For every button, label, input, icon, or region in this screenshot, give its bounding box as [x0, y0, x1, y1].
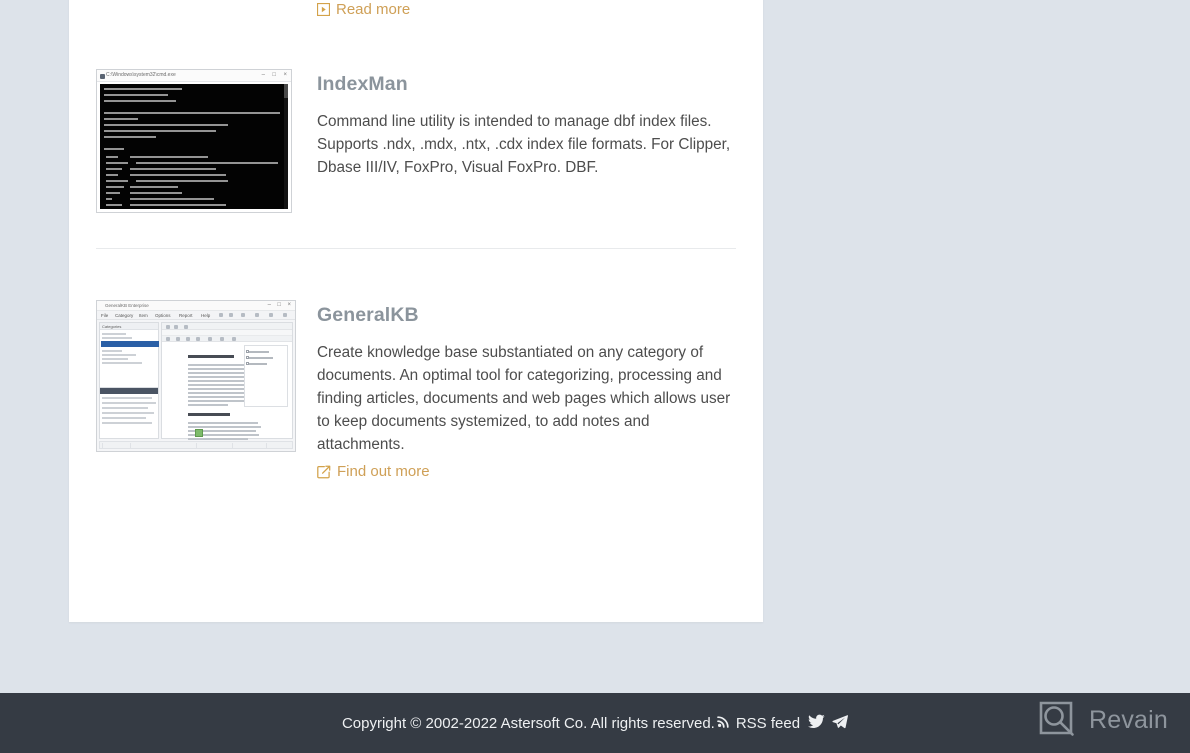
product-list: DBF Synchronizer Select file to be synch…: [96, 0, 736, 484]
generalkb-doc-toolbar-1[interactable]: [162, 323, 292, 330]
telegram-icon[interactable]: [832, 714, 849, 733]
console-scrollbar[interactable]: [284, 84, 288, 209]
product-title: GeneralKB: [317, 304, 419, 326]
main-content-card: DBF Synchronizer Select file to be synch…: [69, 0, 763, 622]
product-text-generalkb: GeneralKB Create knowledge base substant…: [294, 300, 736, 484]
generalkb-selected-row[interactable]: [101, 341, 159, 347]
revain-watermark-label: Revain: [1088, 706, 1168, 734]
page-root: DBF Synchronizer Select file to be synch…: [0, 0, 1190, 753]
console-close-icon[interactable]: ×: [283, 72, 287, 78]
console-maximize-icon[interactable]: □: [272, 72, 276, 78]
product-item-indexman: C:\Windows\system32\cmd.exe – □ × IndexM…: [96, 69, 736, 213]
generalkb-title: GeneralKB Enterprise: [105, 303, 149, 308]
indexman-screenshot[interactable]: C:\Windows\system32\cmd.exe – □ ×: [96, 69, 292, 213]
generalkb-outline-tree[interactable]: [244, 345, 288, 407]
revain-logo-icon: [1036, 698, 1076, 743]
generalkb-document-pane[interactable]: [161, 322, 293, 440]
play-box-icon: [317, 3, 330, 16]
generalkb-maximize-icon[interactable]: □: [277, 302, 281, 308]
read-more-link[interactable]: Read more: [317, 1, 410, 18]
find-out-more-label: Find out more: [337, 463, 430, 481]
generalkb-grid-header: [100, 388, 158, 394]
external-link-icon: [317, 465, 331, 479]
generalkb-close-icon[interactable]: ×: [287, 302, 291, 308]
find-out-more-link[interactable]: Find out more: [317, 463, 430, 480]
generalkb-titlebar: GeneralKB Enterprise – □ ×: [97, 301, 295, 311]
twitter-icon[interactable]: [808, 714, 825, 733]
generalkb-statusbar: [99, 441, 293, 449]
footer-copyright-row: Copyright © 2002-2022 Astersoft Co. All …: [341, 714, 849, 733]
console-minimize-icon[interactable]: –: [262, 72, 265, 78]
generalkb-minimize-icon[interactable]: –: [268, 302, 271, 308]
read-more-label: Read more: [336, 1, 411, 18]
generalkb-status-indicator: [195, 429, 203, 437]
product-title: IndexMan: [317, 73, 408, 95]
site-footer: Copyright © 2002-2022 Astersoft Co. All …: [0, 693, 1190, 753]
generalkb-doc-toolbar-3[interactable]: [162, 336, 292, 342]
generalkb-screenshot[interactable]: GeneralKB Enterprise – □ × File Category…: [96, 300, 296, 452]
product-text-dbf-sync: The DBF Sync application is a comprehens…: [294, 0, 736, 21]
product-description: Command line utility is intended to mana…: [317, 113, 731, 177]
console-title: C:\Windows\system32\cmd.exe: [106, 72, 176, 78]
footer-social-links: [808, 714, 849, 733]
rss-feed-link[interactable]: RSS feed: [736, 715, 800, 732]
console-titlebar: C:\Windows\system32\cmd.exe – □ ×: [97, 70, 291, 82]
copyright-text: Copyright © 2002-2022 Astersoft Co. All …: [341, 714, 715, 732]
generalkb-tree-header: Categories: [100, 323, 158, 330]
product-thumbnail-wrap: C:\Windows\system32\cmd.exe – □ ×: [96, 69, 294, 213]
product-description: Create knowledge base substantiated on a…: [317, 344, 731, 454]
console-output: [100, 84, 288, 209]
rss-icon[interactable]: [716, 714, 731, 732]
section-divider: [96, 248, 736, 249]
product-thumbnail-wrap: GeneralKB Enterprise – □ × File Category…: [96, 300, 296, 452]
product-text-indexman: IndexMan Command line utility is intende…: [294, 69, 736, 179]
product-item-generalkb: GeneralKB Enterprise – □ × File Category…: [96, 300, 736, 484]
generalkb-menubar[interactable]: File Category Item Options Report Help: [97, 311, 295, 320]
console-app-icon: [100, 73, 105, 79]
generalkb-items-grid[interactable]: [99, 387, 159, 439]
revain-watermark: Revain: [1036, 698, 1168, 743]
product-item-dbf-sync: DBF Synchronizer Select file to be synch…: [96, 0, 736, 21]
